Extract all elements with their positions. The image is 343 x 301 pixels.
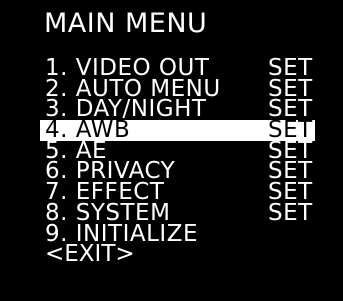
menu-item-exit[interactable]: <EXIT>: [40, 241, 315, 268]
osd-main-menu: MAIN MENU 1. VIDEO OUT SET 2. AUTO MENU …: [0, 0, 343, 301]
exit-label: <EXIT>: [45, 241, 135, 268]
menu-item-value: SET: [268, 199, 313, 226]
menu-title: MAIN MENU: [44, 8, 208, 39]
menu-list: 1. VIDEO OUT SET 2. AUTO MENU SET 3. DAY…: [40, 57, 315, 268]
